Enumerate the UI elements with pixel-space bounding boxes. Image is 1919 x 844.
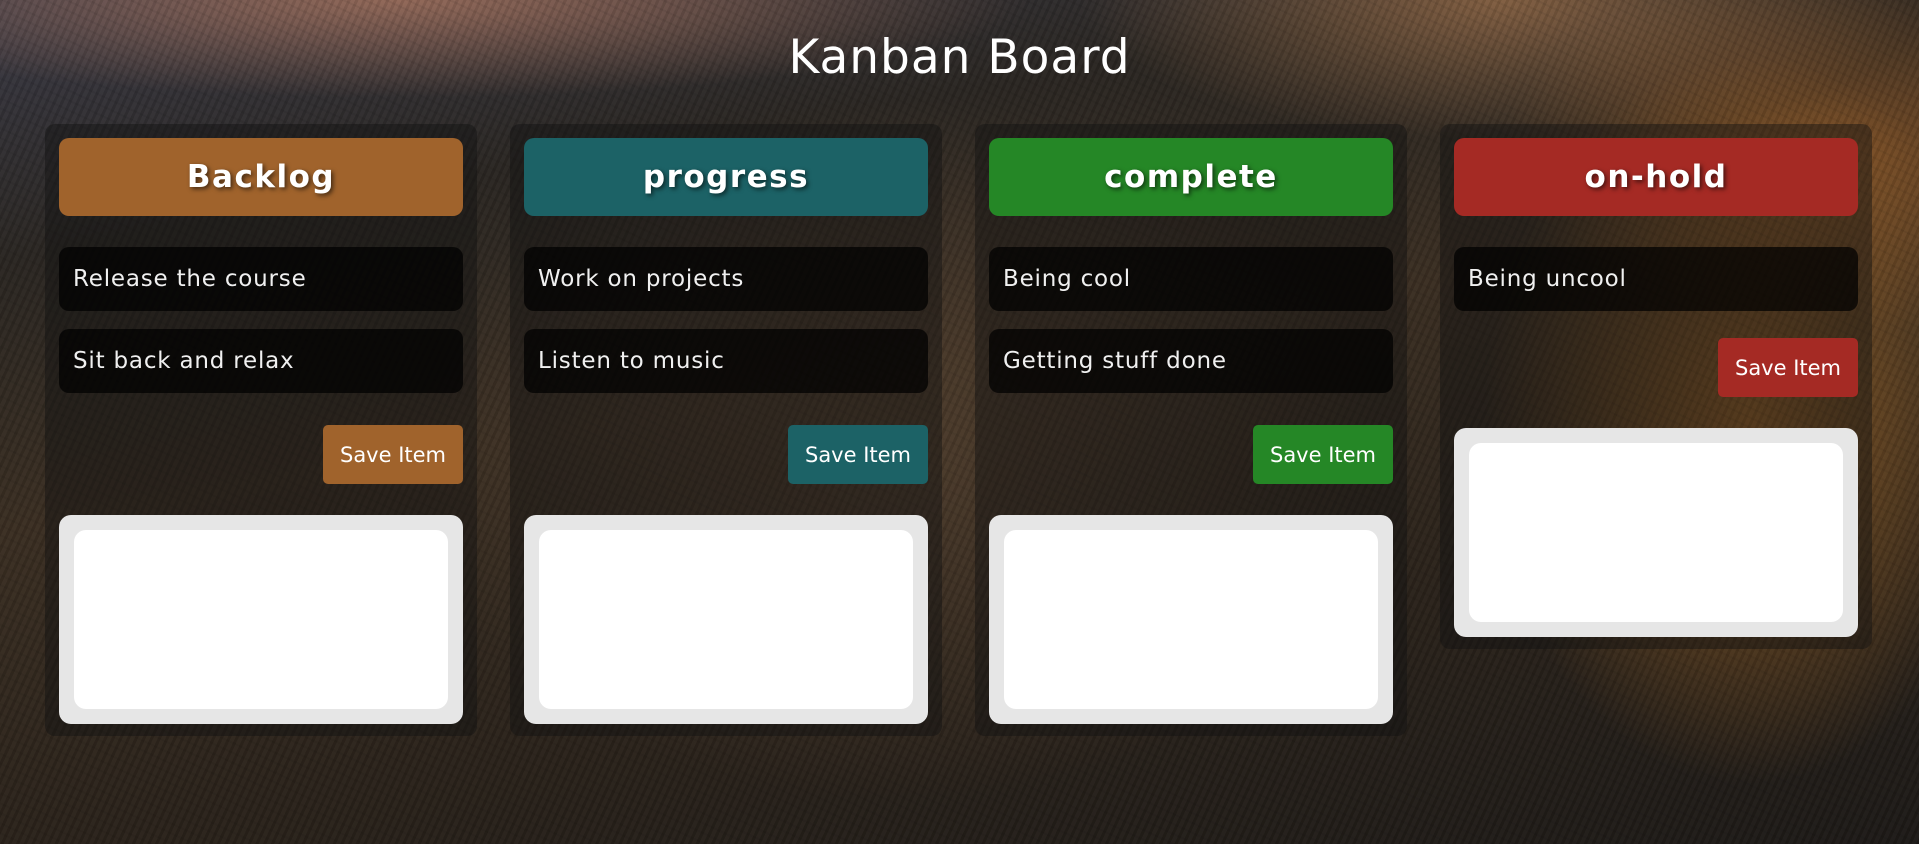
save-item-button-backlog[interactable]: Save Item [323, 425, 463, 484]
column-header-progress: progress [524, 138, 928, 216]
list-item[interactable]: Being cool [989, 247, 1393, 311]
list-item[interactable]: Getting stuff done [989, 329, 1393, 393]
save-item-button-progress[interactable]: Save Item [788, 425, 928, 484]
column-complete: complete Being cool Getting stuff done S… [975, 124, 1407, 736]
page-title: Kanban Board [788, 30, 1131, 85]
list-item[interactable]: Being uncool [1454, 247, 1858, 311]
add-item-input-backlog[interactable] [74, 530, 448, 709]
save-item-button-complete[interactable]: Save Item [1253, 425, 1393, 484]
add-item-container-on-hold [1454, 428, 1858, 637]
list-item[interactable]: Sit back and relax [59, 329, 463, 393]
column-on-hold: on-hold Being uncool Save Item [1440, 124, 1872, 649]
add-item-container-backlog [59, 515, 463, 724]
add-item-container-progress [524, 515, 928, 724]
add-item-input-progress[interactable] [539, 530, 913, 709]
add-item-input-on-hold[interactable] [1469, 443, 1843, 622]
save-item-button-on-hold[interactable]: Save Item [1718, 338, 1858, 397]
add-item-input-complete[interactable] [1004, 530, 1378, 709]
column-progress: progress Work on projects Listen to musi… [510, 124, 942, 736]
add-item-container-complete [989, 515, 1393, 724]
column-backlog: Backlog Release the course Sit back and … [45, 124, 477, 736]
list-item[interactable]: Release the course [59, 247, 463, 311]
list-item[interactable]: Work on projects [524, 247, 928, 311]
column-header-complete: complete [989, 138, 1393, 216]
list-item[interactable]: Listen to music [524, 329, 928, 393]
column-header-backlog: Backlog [59, 138, 463, 216]
column-header-on-hold: on-hold [1454, 138, 1858, 216]
